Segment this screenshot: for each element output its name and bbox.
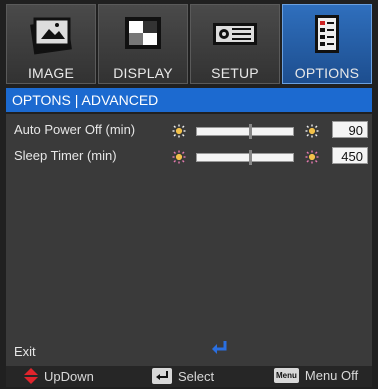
enter-key-icon	[152, 368, 172, 384]
tab-bar: IMAGE DISPLAY SETUP OPTIONS	[6, 4, 372, 84]
display-icon	[117, 11, 169, 59]
menu-key-icon: Menu	[274, 368, 299, 383]
exit-row[interactable]: Exit	[6, 340, 372, 362]
settings-panel: Auto Power Off (min) 90 Sleep Timer (min…	[6, 114, 372, 366]
slider-thumb[interactable]	[249, 124, 252, 139]
tab-setup[interactable]: SETUP	[190, 4, 280, 84]
slider-track[interactable]	[196, 150, 294, 165]
tab-options[interactable]: OPTIONS	[282, 4, 372, 84]
tab-image-label: IMAGE	[27, 65, 75, 81]
footer-updown: UpDown	[24, 368, 94, 384]
setting-label: Sleep Timer (min)	[14, 148, 117, 163]
decrease-sun-icon[interactable]	[172, 124, 186, 138]
tab-display[interactable]: DISPLAY	[98, 4, 188, 84]
increase-sun-icon[interactable]	[305, 124, 319, 138]
footer-select: Select	[152, 368, 214, 384]
decrease-sun-icon[interactable]	[172, 150, 186, 164]
footer-updown-label: UpDown	[44, 368, 94, 384]
slider-thumb[interactable]	[249, 150, 252, 165]
footer-menu-off: Menu Menu Off	[274, 368, 358, 383]
tab-setup-label: SETUP	[211, 65, 259, 81]
footer-help-bar: UpDown Select Menu Menu Off	[6, 366, 372, 387]
options-icon	[301, 11, 353, 59]
updown-arrows-icon	[24, 368, 38, 384]
setting-value: 450	[332, 147, 368, 164]
setting-row-auto-power-off[interactable]: Auto Power Off (min) 90	[6, 118, 372, 142]
exit-label: Exit	[14, 344, 36, 359]
slider-track[interactable]	[196, 124, 294, 139]
enter-arrow-icon	[212, 341, 227, 354]
setting-row-sleep-timer[interactable]: Sleep Timer (min) 450	[6, 144, 372, 168]
tab-image[interactable]: IMAGE	[6, 4, 96, 84]
setting-label: Auto Power Off (min)	[14, 122, 136, 137]
increase-sun-icon[interactable]	[305, 150, 319, 164]
section-title: OPTONS | ADVANCED	[6, 88, 372, 112]
tab-display-label: DISPLAY	[113, 65, 173, 81]
osd-menu: IMAGE DISPLAY SETUP OPTIONS OPTONS | ADV…	[0, 0, 378, 389]
image-icon	[25, 11, 77, 59]
setting-value: 90	[332, 121, 368, 138]
footer-select-label: Select	[178, 368, 215, 384]
footer-menu-off-label: Menu Off	[304, 368, 359, 383]
tab-options-label: OPTIONS	[294, 65, 360, 81]
setup-icon	[209, 11, 261, 59]
